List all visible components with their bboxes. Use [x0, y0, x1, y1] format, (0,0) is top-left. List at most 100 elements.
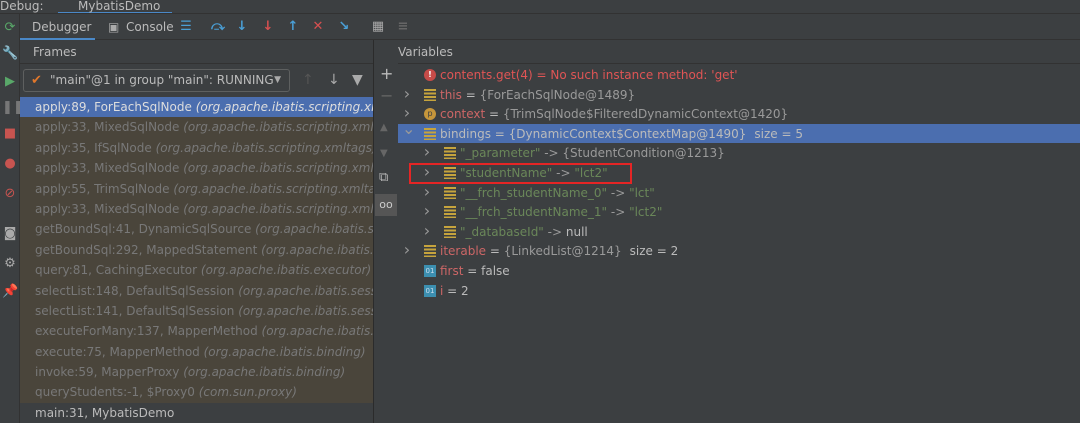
frame-item[interactable]: apply:33, MixedSqlNode (org.apache.ibati…	[20, 117, 373, 138]
map-key: "_databaseId"	[460, 224, 544, 239]
mute-breakpoints-icon[interactable]: ⊘	[2, 186, 18, 202]
variable-row[interactable]: › p context = {TrimSqlNode$FilteredDynamic…	[398, 103, 1080, 124]
frame-item[interactable]: selectList:148, DefaultSqlSession (org.a…	[20, 280, 373, 301]
tab-console[interactable]: ▣ Console	[108, 14, 174, 40]
variable-row[interactable]: 01 first = false	[398, 261, 1080, 281]
chevron-right-icon[interactable]: ›	[402, 84, 412, 104]
resume-icon[interactable]: ▶	[2, 74, 18, 90]
step-into-icon[interactable]: ↓	[234, 19, 250, 35]
step-out-icon[interactable]: ↑	[285, 19, 301, 35]
stop-icon[interactable]: ■	[2, 126, 18, 142]
camera-icon[interactable]: ◙	[2, 226, 18, 242]
frame-item[interactable]: execute:75, MapperMethod (org.apache.iba…	[20, 341, 373, 363]
variable-value: null	[565, 224, 588, 239]
variable-row[interactable]: › "__frch_studentName_1" -> "lct2"	[398, 201, 1080, 222]
variable-text: contents.get(4) = No such instance metho…	[440, 65, 738, 85]
frame-item[interactable]: main:31, MybatisDemo	[20, 402, 373, 423]
move-up-icon[interactable]: ▲	[380, 122, 388, 133]
frame-method: apply:33, MixedSqlNode	[35, 120, 180, 135]
field-icon	[424, 245, 436, 258]
chevron-down-icon[interactable]: ⌄	[402, 119, 415, 139]
force-step-into-icon[interactable]: ↓	[260, 19, 276, 35]
chevron-right-icon[interactable]: ›	[402, 240, 412, 260]
rerun-icon[interactable]: ⟳	[2, 20, 18, 36]
pause-icon[interactable]: ❚❚	[2, 100, 24, 116]
primitive-icon: 01	[424, 264, 436, 277]
view-breakpoints-icon[interactable]: ●	[2, 156, 18, 172]
variables-side-toolbar: + − ▲ ▼ ⧉ oo	[374, 64, 398, 423]
frame-item[interactable]: apply:35, IfSqlNode (org.apache.ibatis.s…	[20, 137, 373, 159]
field-icon	[424, 127, 436, 140]
run-to-cursor-icon[interactable]: ↘	[336, 19, 352, 35]
field-icon	[444, 147, 456, 160]
remove-watch-icon[interactable]: −	[380, 86, 393, 105]
next-frame-icon[interactable]: ↓	[328, 72, 340, 88]
frame-method: selectList:141, DefaultSqlSession	[35, 303, 235, 318]
copy-icon[interactable]: ⧉	[379, 170, 388, 185]
move-down-icon[interactable]: ▼	[380, 148, 388, 159]
variable-row[interactable]: › "__frch_studentName_0" -> "lct"	[398, 182, 1080, 203]
frame-package: (org.apache.ibatis.scripting.xmltags)	[255, 222, 373, 237]
check-icon: ✔	[31, 73, 42, 88]
variable-name: first	[440, 263, 464, 278]
frame-method: executeForMany:137, MapperMethod	[35, 324, 258, 339]
frame-item[interactable]: apply:89, ForEachSqlNode (org.apache.iba…	[20, 97, 373, 118]
chevron-right-icon[interactable]: ›	[422, 182, 432, 202]
filter-icon[interactable]: ▼	[352, 72, 363, 88]
equals-sign: =	[532, 68, 551, 82]
chevron-right-icon[interactable]: ›	[422, 201, 432, 221]
drop-frame-icon[interactable]: ✕	[310, 19, 326, 35]
primitive-icon: 01	[424, 284, 436, 297]
chevron-down-icon: ▼	[274, 75, 281, 85]
variable-row[interactable]: ⌄ bindings = {DynamicContext$ContextMap@1…	[398, 119, 1080, 144]
settings-icon[interactable]: ⚙	[2, 256, 18, 272]
frame-method: selectList:148, DefaultSqlSession	[35, 283, 235, 298]
chevron-right-icon[interactable]: ›	[422, 142, 432, 162]
wrench-icon[interactable]: 🔧	[2, 46, 18, 62]
frame-item[interactable]: executeForMany:137, MapperMethod (org.ap…	[20, 321, 373, 342]
frame-item[interactable]: selectList:141, DefaultSqlSession (org.a…	[20, 300, 373, 322]
trace-icon[interactable]: ≡	[395, 19, 411, 35]
variable-text: iterable = {LinkedList@1214} size = 2	[440, 241, 678, 261]
frame-method: apply:33, MixedSqlNode	[35, 161, 180, 176]
frame-item[interactable]: getBoundSql:41, DynamicSqlSource (org.ap…	[20, 219, 373, 240]
frame-item[interactable]: apply:33, MixedSqlNode (org.apache.ibati…	[20, 158, 373, 179]
highlight-box	[409, 163, 632, 184]
variable-row[interactable]: › "_parameter" -> {StudentCondition@1213}	[398, 142, 1080, 163]
frame-item[interactable]: getBoundSql:292, MappedStatement (org.ap…	[20, 239, 373, 261]
frame-item[interactable]: invoke:59, MapperProxy (org.apache.ibati…	[20, 362, 373, 383]
thread-dropdown[interactable]: ✔ "main"@1 in group "main": RUNNING ▼	[23, 69, 290, 92]
frame-item[interactable]: apply:33, MixedSqlNode (org.apache.ibati…	[20, 198, 373, 220]
frames-list: apply:89, ForEachSqlNode (org.apache.iba…	[20, 97, 373, 423]
previous-frame-icon[interactable]: ↑	[302, 72, 314, 88]
frames-layout-icon[interactable]: ☰	[178, 19, 194, 35]
variable-value: {StudentCondition@1213}	[562, 146, 725, 161]
pin-icon[interactable]: 📌	[2, 284, 18, 300]
variable-row[interactable]: › "_databaseId" -> null	[398, 221, 1080, 242]
variable-row[interactable]: ! contents.get(4) = No such instance meth…	[398, 65, 1080, 85]
chevron-right-icon[interactable]: ›	[422, 221, 432, 241]
frame-method: getBoundSql:292, MappedStatement	[35, 242, 258, 257]
variable-name: this	[440, 87, 462, 102]
tab-console-label: Console	[126, 20, 174, 34]
variable-row[interactable]: 01 i = 2	[398, 281, 1080, 301]
glasses-icon[interactable]: oo	[375, 194, 397, 216]
variable-row[interactable]: › iterable = {LinkedList@1214} size = 2	[398, 240, 1080, 261]
frame-item[interactable]: queryStudents:-1, $Proxy0 (com.sun.proxy…	[20, 382, 373, 403]
step-over-icon[interactable]: ⤼	[210, 19, 226, 35]
evaluate-expression-icon[interactable]: ▦	[370, 19, 386, 35]
variable-value: {ForEachSqlNode@1489}	[479, 87, 636, 102]
tab-debugger[interactable]: Debugger	[20, 14, 95, 40]
map-arrow: ->	[607, 185, 630, 200]
variable-text: this = {ForEachSqlNode@1489}	[440, 85, 635, 105]
frame-item[interactable]: apply:55, TrimSqlNode (org.apache.ibatis…	[20, 178, 373, 199]
map-arrow: ->	[607, 205, 630, 220]
frame-package: (org.apache.ibatis.executor)	[200, 263, 372, 278]
frame-package: (org.apache.ibatis.scripting.xmltags)	[183, 120, 373, 135]
run-config-tab[interactable]: MybatisDemo	[58, 0, 173, 13]
add-watch-icon[interactable]: +	[380, 64, 393, 83]
variable-row[interactable]: › this = {ForEachSqlNode@1489}	[398, 84, 1080, 105]
frame-item[interactable]: query:81, CachingExecutor (org.apache.ib…	[20, 260, 373, 281]
variable-name: context	[440, 107, 486, 122]
frame-method: apply:35, IfSqlNode	[35, 140, 152, 155]
